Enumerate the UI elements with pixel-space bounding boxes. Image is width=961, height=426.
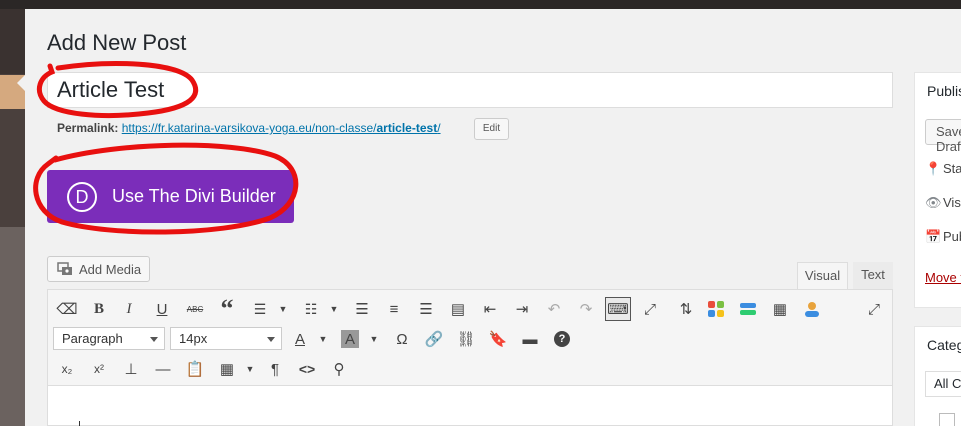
fullscreen-icon[interactable]: ⤢	[639, 298, 661, 320]
permalink-slug: article-test	[376, 121, 438, 135]
strikethrough-icon[interactable]: ABC	[184, 298, 206, 320]
background-color-dropdown-icon[interactable]: ▼	[363, 328, 385, 350]
publish-box-title: Publish	[927, 83, 961, 99]
numbered-list-icon[interactable]: ☷	[300, 298, 322, 320]
color-grid-svg	[708, 301, 724, 317]
text-color-icon[interactable]: A	[289, 328, 311, 350]
horizontal-line-icon[interactable]: —	[152, 358, 174, 380]
chevron-down-icon	[267, 337, 275, 342]
indent-icon[interactable]: ⇥	[511, 298, 533, 320]
font-size-select[interactable]: 14px	[170, 327, 282, 350]
visibility-label: Visibility: Public	[943, 195, 961, 210]
code-icon[interactable]: <>	[296, 358, 318, 380]
publish-date-row: 📅Publish immediately	[925, 229, 961, 245]
numbered-list-dropdown-icon[interactable]: ▼	[323, 298, 345, 320]
eye-icon: 👁	[925, 195, 942, 210]
sidebar-lower-section	[0, 227, 25, 426]
bulleted-list-icon[interactable]: ☰	[249, 298, 271, 320]
sidebar-active-arrow	[17, 75, 25, 91]
text-color-dropdown-icon[interactable]: ▼	[312, 328, 334, 350]
underline-icon[interactable]: U	[151, 298, 173, 320]
add-media-button[interactable]: Add Media	[47, 256, 150, 282]
post-title-input[interactable]	[47, 72, 893, 108]
move-to-trash-link[interactable]: Move to Trash	[925, 270, 961, 285]
publish-date-label: Publish immediately	[943, 229, 961, 244]
align-left-icon[interactable]: ☰	[351, 298, 373, 320]
permalink-label: Permalink:	[57, 121, 119, 135]
category-checkbox[interactable]	[939, 413, 955, 426]
admin-top-bar	[0, 0, 961, 9]
bookmark-icon[interactable]: 🔖	[487, 328, 509, 350]
outdent-icon[interactable]: ⇤	[479, 298, 501, 320]
page-title: Add New Post	[47, 30, 187, 55]
paragraph-mark-icon[interactable]: ¶	[264, 358, 286, 380]
font-size-select-value: 14px	[179, 331, 208, 346]
italic-icon[interactable]: I	[118, 298, 140, 320]
permalink-trailing: /	[437, 121, 441, 135]
insert-icon[interactable]: ⊥	[120, 358, 142, 380]
subscript-icon[interactable]: x₂	[56, 358, 78, 380]
undo-icon[interactable]: ↶	[543, 298, 565, 320]
format-select[interactable]: Paragraph	[53, 327, 165, 350]
permalink-row: Permalink: https://fr.katarina-varsikova…	[57, 121, 441, 135]
table-icon[interactable]: ▦	[216, 358, 238, 380]
visibility-row: 👁Visibility: Public	[925, 195, 961, 211]
upload-icon[interactable]: ⇅	[675, 298, 697, 320]
status-row: 📍Status: Draft	[925, 161, 961, 177]
tab-visual[interactable]: Visual	[797, 262, 848, 290]
permalink-link[interactable]: https://fr.katarina-varsikova-yoga.eu/no…	[122, 121, 441, 135]
toggle-svg	[740, 303, 756, 315]
remove-link-icon[interactable]: ⛓	[455, 328, 477, 350]
media-icon	[57, 262, 72, 275]
toggle-icon[interactable]	[737, 298, 759, 320]
superscript-icon[interactable]: x²	[88, 358, 110, 380]
format-select-value: Paragraph	[62, 331, 123, 346]
categories-box: Categories All Categories	[914, 326, 961, 426]
admin-sidebar	[0, 9, 25, 426]
chevron-down-icon	[150, 337, 158, 342]
find-replace-icon[interactable]: ⚲	[328, 358, 350, 380]
blockquote-icon[interactable]: “	[216, 294, 238, 323]
divi-builder-button[interactable]: D Use The Divi Builder	[47, 170, 294, 223]
pin-icon: 📍	[925, 161, 942, 176]
redo-icon[interactable]: ↷	[575, 298, 597, 320]
person-icon[interactable]	[801, 298, 823, 320]
paste-text-icon[interactable]: 📋	[184, 358, 206, 380]
align-center-icon[interactable]: ≡	[383, 298, 405, 320]
justify-icon[interactable]: ▤	[447, 298, 469, 320]
table-of-contents-icon[interactable]: ▦	[769, 298, 791, 320]
editor-toolbar: ⌫ B I U ABC “ ☰ ▼ ☷ ▼ ☰ ≡ ☰ ▤ ⇤ ⇥ ↶ ↷ ⌨ …	[47, 289, 893, 386]
tab-text[interactable]: Text	[853, 262, 893, 290]
toolbar-toggle-icon[interactable]: ⌨	[605, 297, 631, 321]
bold-icon[interactable]: B	[88, 298, 110, 320]
publish-box: Publish Save Draft 📍Status: Draft 👁Visib…	[914, 72, 961, 308]
color-grid-icon[interactable]	[705, 298, 727, 320]
align-right-icon[interactable]: ☰	[415, 298, 437, 320]
special-character-icon[interactable]: Ω	[391, 328, 413, 350]
edit-permalink-button[interactable]: Edit	[474, 118, 509, 140]
text-cursor	[79, 421, 80, 426]
tab-all-categories[interactable]: All Categories	[925, 371, 961, 397]
calendar-icon: 📅	[925, 229, 942, 244]
add-media-label: Add Media	[79, 262, 142, 277]
status-label: Status: Draft	[943, 161, 961, 176]
help-icon[interactable]: ?	[554, 331, 570, 347]
insert-link-icon[interactable]: 🔗	[423, 328, 445, 350]
editor-content-area[interactable]	[47, 386, 893, 426]
permalink-base: https://fr.katarina-varsikova-yoga.eu/no…	[121, 121, 377, 135]
categories-box-title: Categories	[927, 337, 961, 353]
bulleted-list-dropdown-icon[interactable]: ▼	[272, 298, 294, 320]
read-more-icon[interactable]: ▬	[519, 328, 541, 350]
sidebar-dark-section	[0, 9, 25, 74]
divi-builder-label: Use The Divi Builder	[112, 186, 276, 206]
distraction-free-icon[interactable]: ⤢	[863, 298, 885, 320]
table-dropdown-icon[interactable]: ▼	[239, 358, 261, 380]
clear-formatting-icon[interactable]: ⌫	[56, 298, 78, 320]
background-color-icon[interactable]: A	[341, 330, 359, 348]
person-svg	[805, 302, 819, 317]
divi-logo-icon: D	[67, 182, 97, 212]
save-draft-button[interactable]: Save Draft	[925, 119, 961, 154]
